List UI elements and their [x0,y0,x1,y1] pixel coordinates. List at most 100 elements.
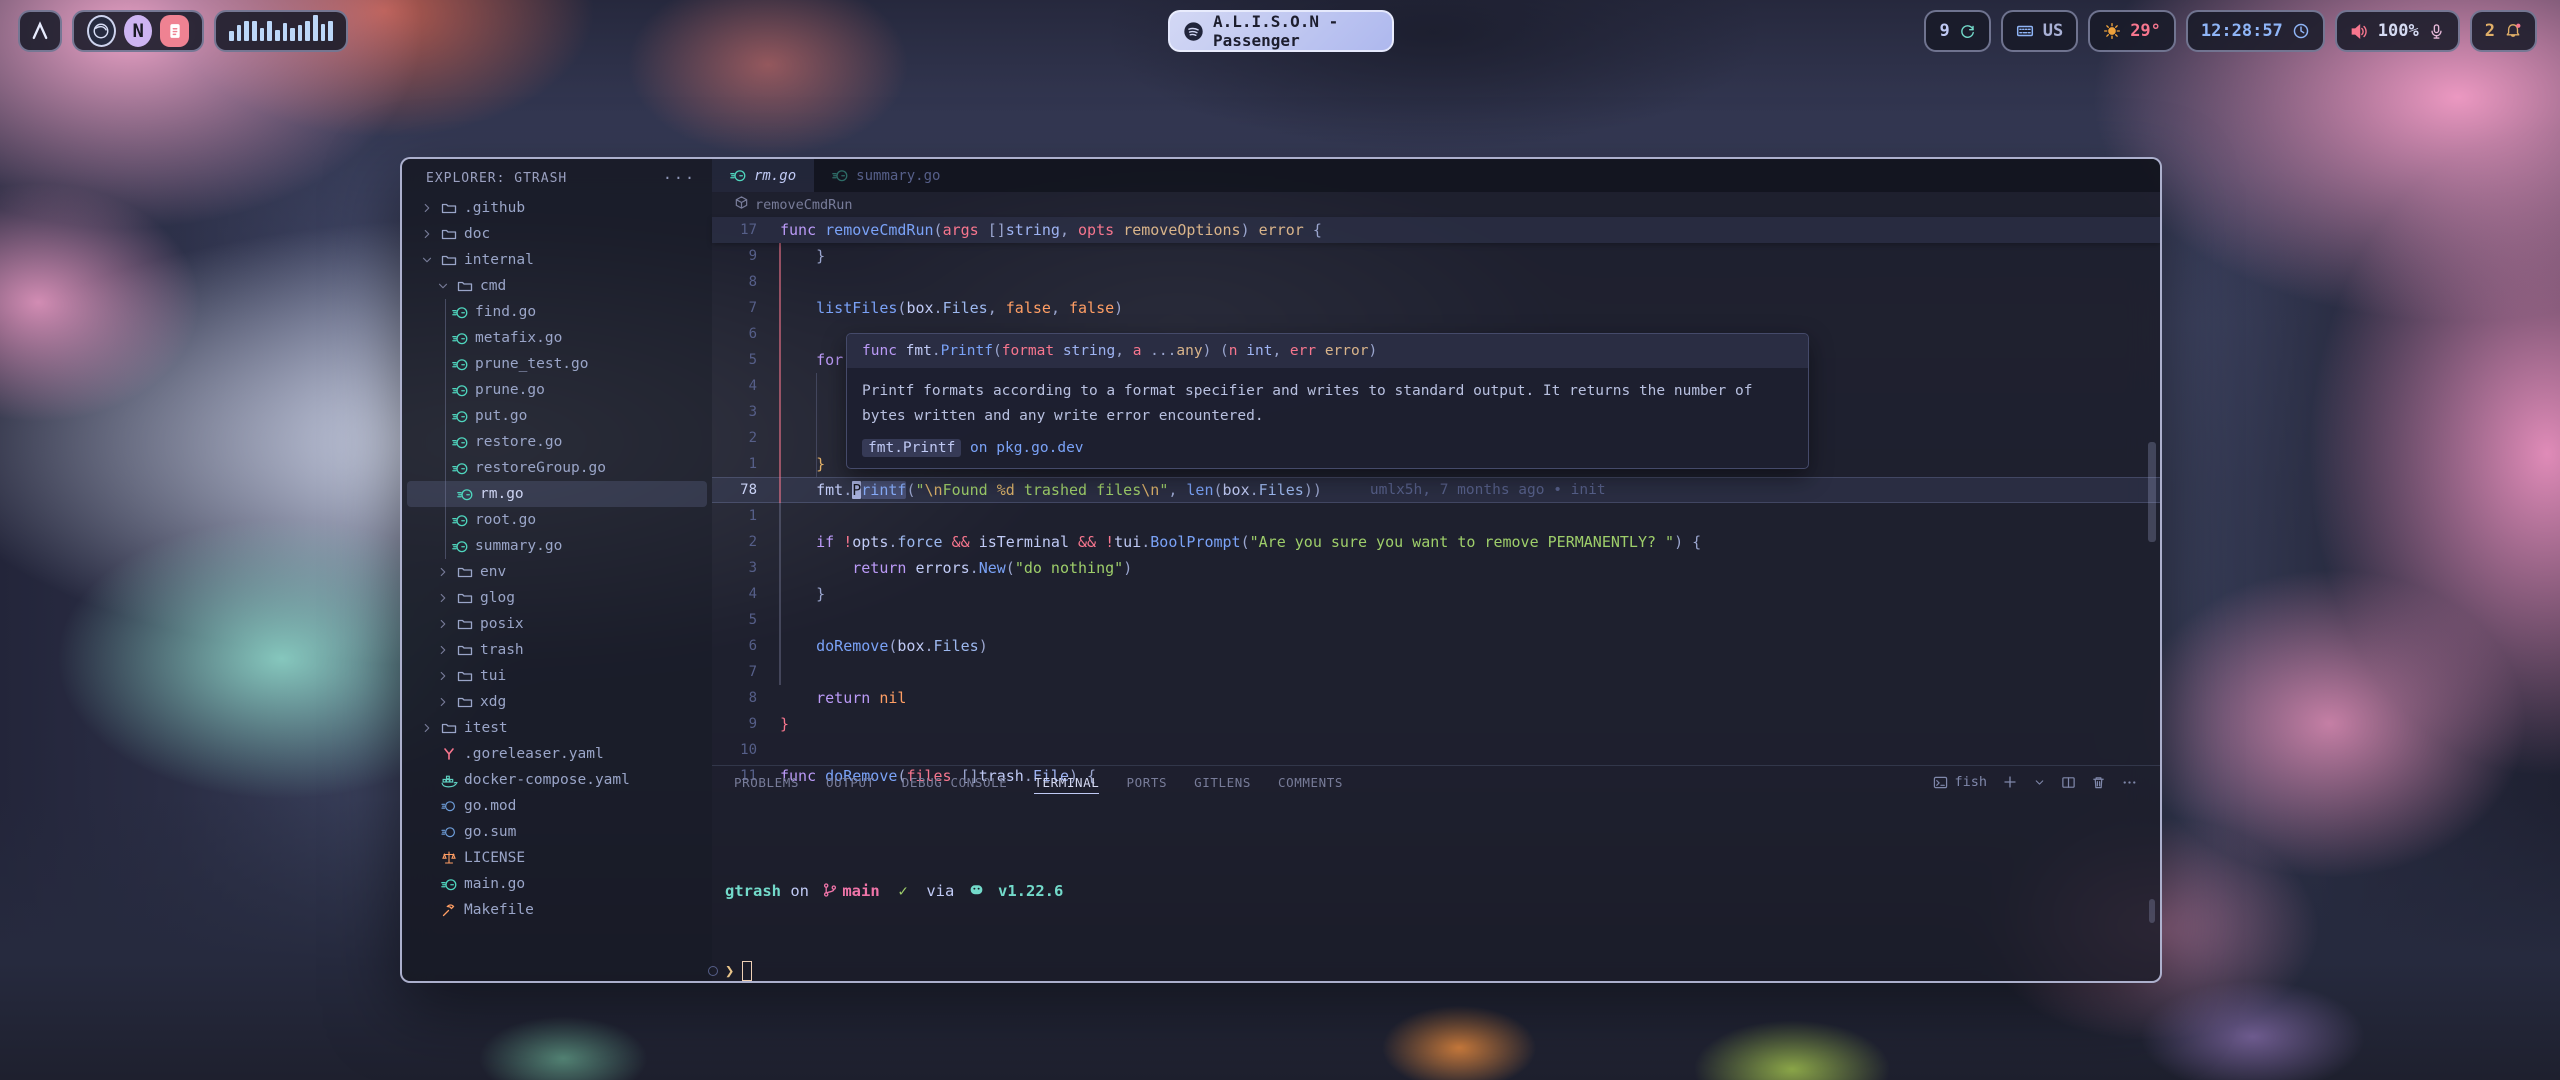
panel-tab-debug-console[interactable]: DEBUG CONSOLE [902,775,1008,790]
line-number: 4 [712,378,757,394]
kill-terminal-button[interactable] [2091,775,2106,790]
tree-item-metafix-go[interactable]: metafix.go [402,325,712,351]
tree-item--goreleaser-yaml[interactable]: .goreleaser.yaml [402,741,712,767]
shell-badge[interactable]: fish [1933,774,1987,790]
line-number: 9 [712,716,757,732]
line-number: 78 [712,482,757,498]
tree-item-put-go[interactable]: put.go [402,403,712,429]
folder-file-icon [457,564,474,580]
volume-pill[interactable]: 100% [2335,10,2460,52]
tree-item-glog[interactable]: glog [402,585,712,611]
tree-item-env[interactable]: env [402,559,712,585]
go-file-icon [452,330,469,347]
visualizer-bar [275,30,280,41]
code-text: func removeCmdRun(args []string, opts re… [757,221,1322,239]
tree-indent-guide [445,299,446,559]
tooltip-doc-link[interactable]: fmt.Printf on pkg.go.dev [847,431,1808,468]
tree-item-rm-go[interactable]: rm.go [407,481,707,507]
weather-pill[interactable]: 29° [2088,10,2176,52]
notes-app-icon[interactable]: N [124,15,153,47]
tree-item-restore-go[interactable]: restore.go [402,429,712,455]
code-text: return nil [757,689,906,707]
go-file-icon [452,460,469,477]
license-file-icon [441,850,458,866]
breadcrumb[interactable]: removeCmdRun [712,192,2160,217]
code-line: 9} [712,711,2160,737]
tree-item-find-go[interactable]: find.go [402,299,712,325]
tree-item-xdg[interactable]: xdg [402,689,712,715]
launcher-button[interactable] [18,10,62,52]
file-tree: .githubdocinternalcmdfind.gometafix.gopr… [402,195,712,923]
volume-label: 100% [2378,21,2419,41]
line-number: 3 [712,560,757,576]
folder-file-icon [457,590,474,606]
tab-rm-go[interactable]: rm.go [712,159,814,192]
terminal-input-line[interactable]: ❯ [725,958,1063,983]
terminal[interactable]: gtrash on main ✓ via v1.22.6 ❯ [725,826,1063,983]
updates-pill[interactable]: 9 [1924,10,1990,52]
tree-item-doc[interactable]: doc [402,221,712,247]
clock-label: 12:28:57 [2201,21,2283,41]
system-tray: 9 US29° 12:28:57 100% 2 [1924,10,2537,52]
tree-item-cmd[interactable]: cmd [402,273,712,299]
clock-pill[interactable]: 12:28:57 [2186,10,2325,52]
launch-profile-dropdown[interactable] [2033,776,2046,789]
tree-item-license[interactable]: LICENSE [402,845,712,871]
tree-item-summary-go[interactable]: summary.go [402,533,712,559]
tree-item-tui[interactable]: tui [402,663,712,689]
line-number: 6 [712,638,757,654]
tree-item-itest[interactable]: itest [402,715,712,741]
panel-tab-gitlens[interactable]: GITLENS [1194,775,1251,790]
notifications-pill[interactable]: 2 [2470,10,2537,52]
command-decoration-icon [708,966,718,976]
terminal-scrollbar[interactable] [2149,899,2155,923]
hover-tooltip: func fmt.Printf(format string, a ...any)… [846,333,1809,469]
tab-summary-go[interactable]: summary.go [814,159,958,192]
tree-item--github[interactable]: .github [402,195,712,221]
panel-tab-terminal[interactable]: TERMINAL [1034,775,1099,794]
code-line: 10 [712,737,2160,763]
bottom-panel: PROBLEMS OUTPUT DEBUG CONSOLE TERMINAL PORTS… [712,765,2160,981]
tree-item-main-go[interactable]: main.go [402,871,712,897]
tree-item-label: docker-compose.yaml [464,772,630,788]
panel-tab-comments[interactable]: COMMENTS [1278,775,1343,790]
indent-guide [816,373,817,477]
code-text: } [757,715,789,733]
tree-item-docker-compose-yaml[interactable]: docker-compose.yaml [402,767,712,793]
visualizer-bar [290,28,295,41]
tree-item-internal[interactable]: internal [402,247,712,273]
media-player-pill[interactable]: A.L.I.S.O.N - Passenger [1168,10,1394,52]
tree-item-makefile[interactable]: Makefile [402,897,712,923]
split-terminal-button[interactable] [2061,775,2076,790]
tree-item-go-sum[interactable]: go.sum [402,819,712,845]
tree-item-go-mod[interactable]: go.mod [402,793,712,819]
code-line: 78 fmt.Printf("\nFound %d trashed files\… [712,477,2160,503]
keyboard-layout-pill[interactable]: US [2001,10,2078,52]
panel-tab-ports[interactable]: PORTS [1126,775,1167,790]
git-blame-annotation: umlx5h, 7 months ago • init [1370,482,1606,498]
tree-item-prune-go[interactable]: prune.go [402,377,712,403]
explorer-more-icon[interactable]: ··· [663,169,696,187]
pinned-apps-dock[interactable]: N [72,10,204,52]
new-terminal-button[interactable] [2002,774,2018,790]
browser-app-icon[interactable] [87,15,116,47]
panel-more-button[interactable] [2121,774,2138,791]
editor-tabbar: rm.gosummary.go [712,159,2160,192]
explorer-sidebar: EXPLORER: GTRASH ··· .githubdocinternalc… [402,159,712,981]
tree-item-label: restore.go [475,434,562,450]
tree-item-trash[interactable]: trash [402,637,712,663]
panel-tab-problems[interactable]: PROBLEMS [734,775,799,790]
code-text: return errors.New("do nothing") [757,559,1132,577]
tree-item-posix[interactable]: posix [402,611,712,637]
panel-tab-output[interactable]: OUTPUT [826,775,875,790]
tree-item-root-go[interactable]: root.go [402,507,712,533]
visualizer-bar [328,21,333,41]
prompt-token: via [908,882,964,900]
tree-item-prune-test-go[interactable]: prune_test.go [402,351,712,377]
editor-scrollbar[interactable] [2148,442,2156,542]
tree-item-restoregroup-go[interactable]: restoreGroup.go [402,455,712,481]
document-app-icon[interactable] [160,15,189,47]
visualizer-bar [321,24,326,41]
code-editor[interactable]: 17func removeCmdRun(args []string, opts … [712,217,2160,761]
line-number: 1 [712,508,757,524]
